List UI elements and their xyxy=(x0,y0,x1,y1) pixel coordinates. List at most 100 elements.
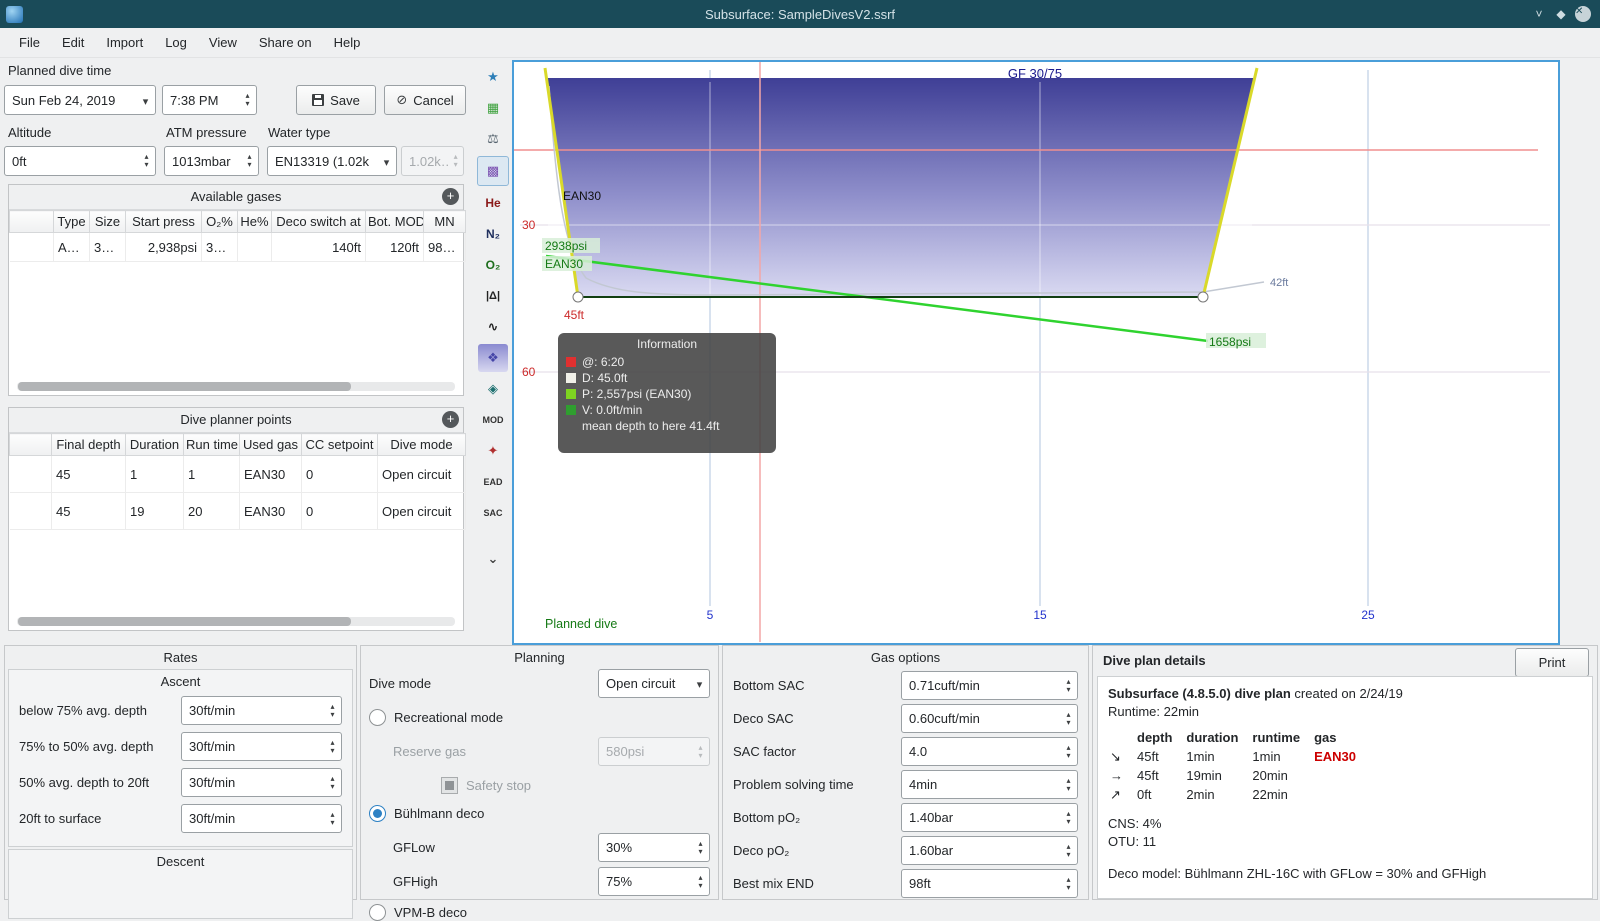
descent-group: Descent xyxy=(8,849,353,919)
vpmb-deco-option[interactable]: VPM-B deco xyxy=(369,904,710,921)
atm-pressure-spinner[interactable]: 1013mbar xyxy=(164,146,259,176)
points-table: Final depth Duration Run time Used gas C… xyxy=(9,433,466,530)
o2-graph-icon[interactable]: O₂ xyxy=(478,251,508,279)
chevron-down-icon xyxy=(377,154,396,169)
recreational-mode-option[interactable]: Recreational mode xyxy=(369,709,710,726)
profile-toggle-icon[interactable]: ▩ xyxy=(477,156,509,186)
menu-view[interactable]: View xyxy=(198,28,248,58)
scale-icon[interactable]: ⚖ xyxy=(478,125,508,153)
gas-label-top: EAN30 xyxy=(563,189,601,203)
date-value: Sun Feb 24, 2019 xyxy=(12,92,116,108)
mod-toggle-icon[interactable]: MOD xyxy=(478,406,508,434)
menu-import[interactable]: Import xyxy=(95,28,154,58)
menu-edit[interactable]: Edit xyxy=(51,28,95,58)
bottom-depth-label: 45ft xyxy=(564,308,585,322)
chevron-down-icon xyxy=(136,93,155,108)
print-button[interactable]: Print xyxy=(1515,648,1589,677)
dc-reported-icon[interactable]: ✦ xyxy=(478,437,508,465)
water-type-select[interactable]: EN13319 (1.02k xyxy=(267,146,397,176)
menu-file[interactable]: File xyxy=(8,28,51,58)
gases-hscrollbar[interactable] xyxy=(17,382,455,391)
close-button[interactable]: ✕ xyxy=(1572,3,1594,25)
date-picker[interactable]: Sun Feb 24, 2019 xyxy=(4,85,156,115)
altitude-label: Altitude xyxy=(8,125,52,140)
radio-selected-icon xyxy=(369,805,386,822)
deco-po2-spinner[interactable]: 1.60bar xyxy=(901,836,1078,865)
ead-toggle-icon[interactable]: EAD xyxy=(478,468,508,496)
toolbar-scroll-chevron-icon[interactable]: ⌄ xyxy=(478,545,508,573)
rate-spinner[interactable]: 30ft/min xyxy=(181,732,342,761)
photos-toggle-icon[interactable]: ❖ xyxy=(478,344,508,372)
spinner-arrows-icon xyxy=(324,775,341,791)
gas-option-row: Best mix END 98ft xyxy=(733,869,1078,898)
point-row[interactable]: 45 19 20 EAN30 0 Open circuit xyxy=(9,492,466,530)
gas-label-green: EAN30 xyxy=(545,257,583,271)
gases-hscroll-handle[interactable] xyxy=(18,382,351,391)
rate-spinner[interactable]: 30ft/min xyxy=(181,804,342,833)
sac-factor-spinner[interactable]: 4.0 xyxy=(901,737,1078,766)
gas-options-panel: Gas options Bottom SAC 0.71cuft/min Deco… xyxy=(722,645,1089,900)
maximize-button[interactable]: ◆ xyxy=(1550,3,1572,25)
tissue-graph-icon[interactable]: |Δ| xyxy=(478,282,508,310)
menu-bar: File Edit Import Log View Share on Help xyxy=(0,28,1600,58)
problem-time-spinner[interactable]: 4min xyxy=(901,770,1078,799)
buhlmann-deco-option[interactable]: Bühlmann deco xyxy=(369,805,710,822)
rate-row: 20ft to surface 30ft/min xyxy=(19,804,342,833)
radio-icon xyxy=(369,904,386,921)
end-pressure-label: 1658psi xyxy=(1209,335,1251,349)
deco-sac-spinner[interactable]: 0.60cuft/min xyxy=(901,704,1078,733)
time-spinner[interactable]: 7:38 PM xyxy=(162,85,257,115)
profile-tooltip: Information @: 6:20 D: 45.0ft P: 2,557ps… xyxy=(558,333,776,453)
spinner-arrows-icon xyxy=(239,92,256,108)
waypoint-handle[interactable] xyxy=(1197,291,1209,303)
menu-help[interactable]: Help xyxy=(323,28,372,58)
n2-graph-icon[interactable]: N₂ xyxy=(478,220,508,248)
add-gas-button[interactable]: + xyxy=(442,188,459,205)
spinner-arrows-icon xyxy=(241,153,258,169)
dive-plan-details-panel: Dive plan details Print Subsurface (4.8.… xyxy=(1092,645,1598,900)
shade-button[interactable]: ˅ xyxy=(1528,3,1550,25)
cancel-icon xyxy=(396,92,407,108)
water-type-label: Water type xyxy=(268,125,331,140)
point-row[interactable]: 45 1 1 EAN30 0 Open circuit xyxy=(9,455,466,493)
spinner-arrows-icon xyxy=(1060,843,1077,859)
dive-planner-points-panel: Dive planner points + Final depth Durati… xyxy=(8,407,466,631)
cancel-button[interactable]: Cancel xyxy=(384,85,466,115)
waypoint-handle[interactable] xyxy=(572,291,584,303)
plan-runtime: Runtime: 22min xyxy=(1108,704,1200,719)
menu-log[interactable]: Log xyxy=(154,28,198,58)
rate-spinner[interactable]: 30ft/min xyxy=(181,768,342,797)
gfhigh-spinner[interactable]: 75% xyxy=(598,867,710,896)
altitude-spinner[interactable]: 0ft xyxy=(4,146,156,176)
gas-option-row: Bottom SAC 0.71cuft/min xyxy=(733,671,1078,700)
plan-otu: OTU: 11 xyxy=(1108,834,1157,849)
reserve-gas-row: Reserve gas 580psi xyxy=(393,737,710,766)
gas-row[interactable]: A… 3… 2,938psi 3… 140ft 120ft 98… xyxy=(9,232,466,262)
points-hscrollbar[interactable] xyxy=(17,617,455,626)
reserve-gas-spinner: 580psi xyxy=(598,737,710,766)
gas-bubble-icon[interactable]: ◈ xyxy=(478,375,508,403)
points-hscroll-handle[interactable] xyxy=(18,617,351,626)
grid-icon[interactable]: ▦ xyxy=(478,94,508,122)
gas-option-row: SAC factor 4.0 xyxy=(733,737,1078,766)
dive-profile-chart[interactable]: GF 30/75 30 60 5 15 25 EAN30 2938psi EAN… xyxy=(512,60,1560,645)
rates-panel: Rates Ascent below 75% avg. depth 30ft/m… xyxy=(4,645,357,919)
he-graph-icon[interactable]: He xyxy=(478,189,508,217)
save-button[interactable]: Save xyxy=(296,85,376,115)
time-tick-25: 25 xyxy=(1361,608,1375,622)
add-point-button[interactable]: + xyxy=(442,411,459,428)
menu-share-on[interactable]: Share on xyxy=(248,28,323,58)
sac-toggle-icon[interactable]: SAC xyxy=(478,499,508,527)
heartrate-icon[interactable]: ∿ xyxy=(478,313,508,341)
plan-row: ↗ 0ft 2min 22min xyxy=(1110,786,1370,805)
title-bar[interactable]: Subsurface: SampleDivesV2.ssrf ˅ ◆ ✕ xyxy=(0,0,1600,28)
dive-photo-icon[interactable]: ★ xyxy=(478,63,508,91)
rate-spinner[interactable]: 30ft/min xyxy=(181,696,342,725)
radio-icon xyxy=(369,709,386,726)
gflow-spinner[interactable]: 30% xyxy=(598,833,710,862)
bottom-sac-spinner[interactable]: 0.71cuft/min xyxy=(901,671,1078,700)
best-mix-end-spinner[interactable]: 98ft xyxy=(901,869,1078,898)
bottom-po2-spinner[interactable]: 1.40bar xyxy=(901,803,1078,832)
plan-table-header: depth duration runtime gas xyxy=(1137,730,1337,745)
dive-mode-select[interactable]: Open circuit xyxy=(598,669,710,698)
